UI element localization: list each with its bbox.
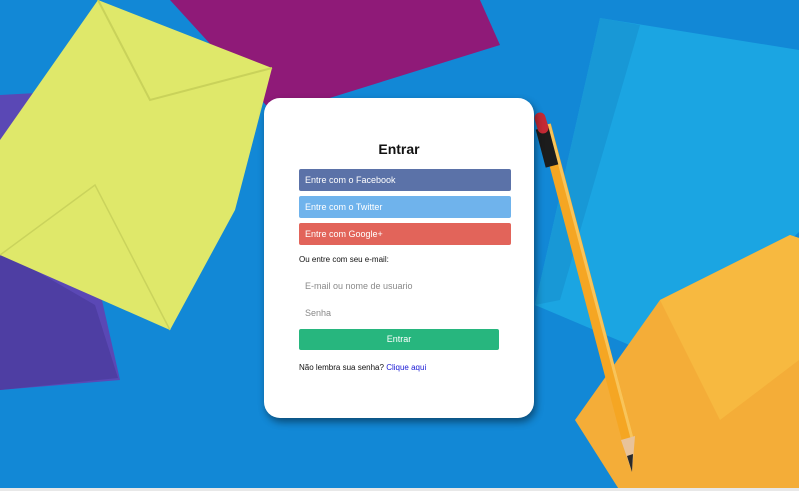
- login-card: Entrar Entre com o Facebook Entre com o …: [264, 98, 534, 418]
- forgot-password-link[interactable]: Clique aqui: [386, 363, 426, 372]
- google-login-button[interactable]: Entre com Google+: [299, 223, 511, 245]
- facebook-login-button[interactable]: Entre com o Facebook: [299, 169, 511, 191]
- twitter-login-button[interactable]: Entre com o Twitter: [299, 196, 511, 218]
- username-field[interactable]: [299, 276, 499, 296]
- email-login-label: Ou entre com seu e-mail:: [299, 255, 389, 264]
- password-field[interactable]: [299, 303, 499, 323]
- forgot-password-row: Não lembra sua senha? Clique aqui: [299, 363, 426, 372]
- forgot-password-text: Não lembra sua senha?: [299, 363, 384, 372]
- submit-button[interactable]: Entrar: [299, 329, 499, 350]
- login-title: Entrar: [378, 141, 420, 157]
